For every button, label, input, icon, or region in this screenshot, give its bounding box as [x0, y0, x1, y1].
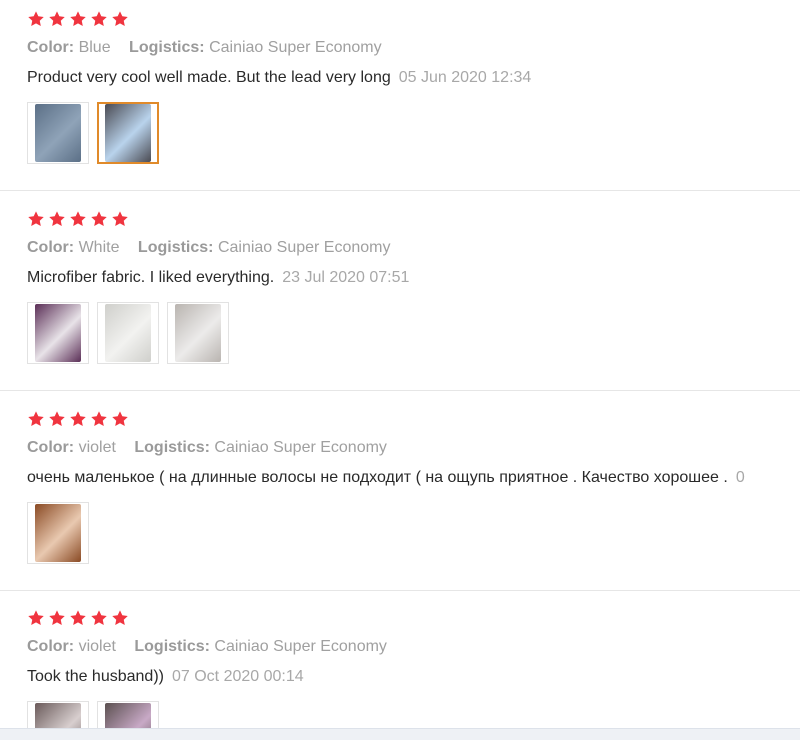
- review-item: Color: Blue Logistics: Cainiao Super Eco…: [0, 0, 800, 191]
- photo-white-towel-1[interactable]: [27, 302, 89, 364]
- review-item: Color: violet Logistics: Cainiao Super E…: [0, 599, 800, 740]
- review-date: 0: [735, 469, 745, 486]
- star-rating: [27, 10, 129, 30]
- color-label: Color:: [27, 39, 75, 56]
- review-meta: Color: violet Logistics: Cainiao Super E…: [27, 638, 401, 656]
- logistics-label: Logistics:: [134, 638, 210, 655]
- photo-white-towel-3[interactable]: [167, 302, 229, 364]
- color-value: violet: [78, 439, 116, 456]
- review-meta: Color: White Logistics: Cainiao Super Ec…: [27, 239, 404, 257]
- star-icon: [111, 10, 129, 28]
- star-icon: [69, 10, 87, 28]
- review-date: 05 Jun 2020 12:34: [398, 69, 532, 86]
- star-icon: [27, 609, 45, 627]
- logistics-label: Logistics:: [129, 39, 205, 56]
- color-label: Color:: [27, 638, 75, 655]
- review-text: Took the husband)) 07 Oct 2020 00:14: [27, 668, 800, 686]
- star-rating: [27, 210, 129, 230]
- star-icon: [27, 410, 45, 428]
- review-body: Product very cool well made. But the lea…: [27, 69, 391, 86]
- review-photo-image: [35, 504, 81, 562]
- review-photo-image: [105, 304, 151, 362]
- logistics-value: Cainiao Super Economy: [214, 439, 387, 456]
- color-label: Color:: [27, 439, 75, 456]
- star-icon: [69, 609, 87, 627]
- review-item: Color: violet Logistics: Cainiao Super E…: [0, 400, 800, 591]
- logistics-value: Cainiao Super Economy: [209, 39, 382, 56]
- review-photo-image: [175, 304, 221, 362]
- photo-thumbnails: [27, 502, 89, 564]
- photo-violet-towel-1[interactable]: [27, 502, 89, 564]
- color-value: White: [78, 239, 120, 256]
- logistics-label: Logistics:: [134, 439, 210, 456]
- star-icon: [48, 210, 66, 228]
- star-icon: [90, 410, 108, 428]
- color-value: Blue: [78, 39, 111, 56]
- logistics-value: Cainiao Super Economy: [217, 239, 391, 256]
- star-icon: [69, 410, 87, 428]
- color-label: Color:: [27, 239, 75, 256]
- review-meta: Color: Blue Logistics: Cainiao Super Eco…: [27, 39, 396, 57]
- star-rating: [27, 609, 129, 629]
- star-icon: [111, 609, 129, 627]
- photo-white-towel-2[interactable]: [97, 302, 159, 364]
- star-icon: [48, 609, 66, 627]
- star-icon: [90, 609, 108, 627]
- photo-blue-towel-1[interactable]: [27, 102, 89, 164]
- star-rating: [27, 410, 129, 430]
- review-text: Product very cool well made. But the lea…: [27, 69, 800, 87]
- review-body: Microfiber fabric. I liked everything.: [27, 269, 275, 286]
- star-icon: [69, 210, 87, 228]
- star-icon: [48, 410, 66, 428]
- review-text: Microfiber fabric. I liked everything. 23…: [27, 269, 800, 287]
- photo-blue-towel-2[interactable]: [97, 102, 159, 164]
- photo-thumbnails: [27, 302, 229, 364]
- star-icon: [27, 210, 45, 228]
- color-value: violet: [78, 638, 116, 655]
- review-meta: Color: violet Logistics: Cainiao Super E…: [27, 439, 401, 457]
- star-icon: [90, 10, 108, 28]
- review-date: 07 Oct 2020 00:14: [171, 668, 304, 685]
- star-icon: [48, 10, 66, 28]
- star-icon: [27, 10, 45, 28]
- star-icon: [90, 210, 108, 228]
- review-body: Took the husband)): [27, 668, 164, 685]
- photo-thumbnails: [27, 102, 159, 164]
- review-photo-image: [105, 104, 151, 162]
- logistics-value: Cainiao Super Economy: [214, 638, 387, 655]
- review-photo-image: [35, 304, 81, 362]
- star-icon: [111, 210, 129, 228]
- star-icon: [111, 410, 129, 428]
- review-text: очень маленькое ( на длинные волосы не п…: [27, 469, 800, 487]
- bottom-scroll-strip: [0, 728, 800, 740]
- review-body: очень маленькое ( на длинные волосы не п…: [27, 469, 728, 486]
- logistics-label: Logistics:: [137, 239, 214, 256]
- review-item: Color: White Logistics: Cainiao Super Ec…: [0, 200, 800, 391]
- review-photo-image: [35, 104, 81, 162]
- review-date: 23 Jul 2020 07:51: [282, 269, 410, 286]
- reviews-list: Color: Blue Logistics: Cainiao Super Eco…: [0, 0, 800, 740]
